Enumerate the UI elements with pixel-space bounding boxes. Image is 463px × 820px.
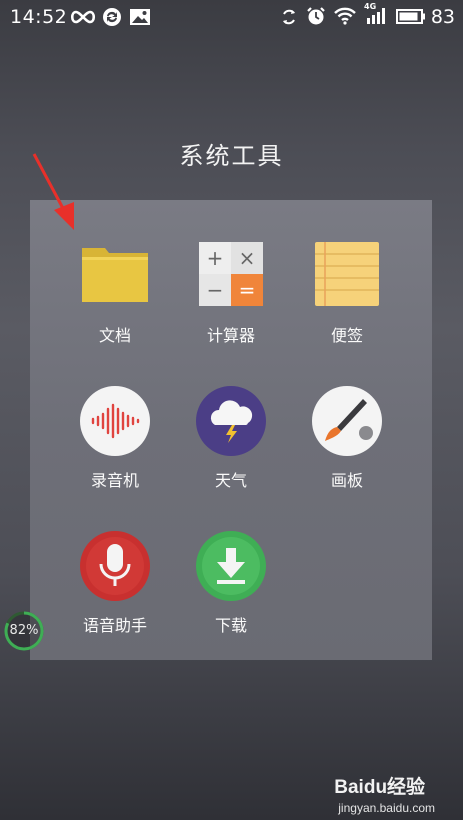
voice-recorder-icon bbox=[79, 385, 151, 457]
app-notes[interactable]: 便签 bbox=[292, 240, 402, 346]
app-label: 计算器 bbox=[206, 326, 255, 345]
app-label: 录音机 bbox=[90, 471, 139, 490]
status-bar: 14:52 4G 83 bbox=[0, 0, 463, 34]
calc-key-times: × bbox=[239, 246, 256, 270]
sync-icon bbox=[103, 8, 121, 26]
alarm-icon bbox=[307, 7, 325, 25]
calculator-icon: + × − = bbox=[195, 240, 267, 312]
wifi-icon bbox=[334, 7, 356, 25]
folder-panel: 文档 + × − = 计算器 便签 录音机 天气 画板 语音助手 下载 bbox=[30, 200, 432, 660]
app-label: 画板 bbox=[330, 471, 363, 490]
watermark-url: jingyan.baidu.com bbox=[338, 801, 435, 815]
red-arrow-annotation bbox=[32, 153, 74, 230]
app-label: 天气 bbox=[214, 471, 247, 490]
app-documents[interactable]: 文档 bbox=[60, 240, 170, 346]
rotate-icon bbox=[283, 9, 295, 25]
download-icon bbox=[195, 530, 267, 602]
calc-key-minus: − bbox=[207, 278, 224, 302]
app-label: 文档 bbox=[98, 326, 131, 345]
app-label: 语音助手 bbox=[82, 616, 147, 635]
app-download[interactable]: 下载 bbox=[176, 530, 286, 636]
app-label: 下载 bbox=[214, 616, 247, 635]
battery-percent: 83 bbox=[430, 6, 455, 28]
status-time: 14:52 bbox=[10, 6, 68, 28]
baidu-watermark: Baidu经验 jingyan.baidu.com bbox=[334, 772, 435, 815]
infinity-icon bbox=[70, 10, 96, 24]
notes-icon bbox=[311, 240, 383, 312]
battery-icon bbox=[396, 9, 425, 24]
app-weather[interactable]: 天气 bbox=[176, 385, 286, 491]
memory-percent-text: 82% bbox=[9, 623, 39, 638]
calc-key-plus: + bbox=[207, 246, 224, 270]
network-type-label: 4G bbox=[364, 2, 377, 11]
app-label: 便签 bbox=[330, 326, 363, 345]
paint-palette-icon bbox=[311, 385, 383, 457]
microphone-icon bbox=[79, 530, 151, 602]
app-drawing-board[interactable]: 画板 bbox=[292, 385, 402, 491]
calc-key-equals: = bbox=[239, 278, 256, 302]
app-voice-recorder[interactable]: 录音机 bbox=[60, 385, 170, 491]
weather-icon bbox=[195, 385, 267, 457]
app-voice-assistant[interactable]: 语音助手 bbox=[60, 530, 170, 636]
app-calculator[interactable]: + × − = 计算器 bbox=[176, 240, 286, 346]
folder-icon bbox=[79, 240, 151, 312]
watermark-logo: Baidu经验 bbox=[334, 777, 426, 798]
image-icon bbox=[130, 9, 150, 25]
